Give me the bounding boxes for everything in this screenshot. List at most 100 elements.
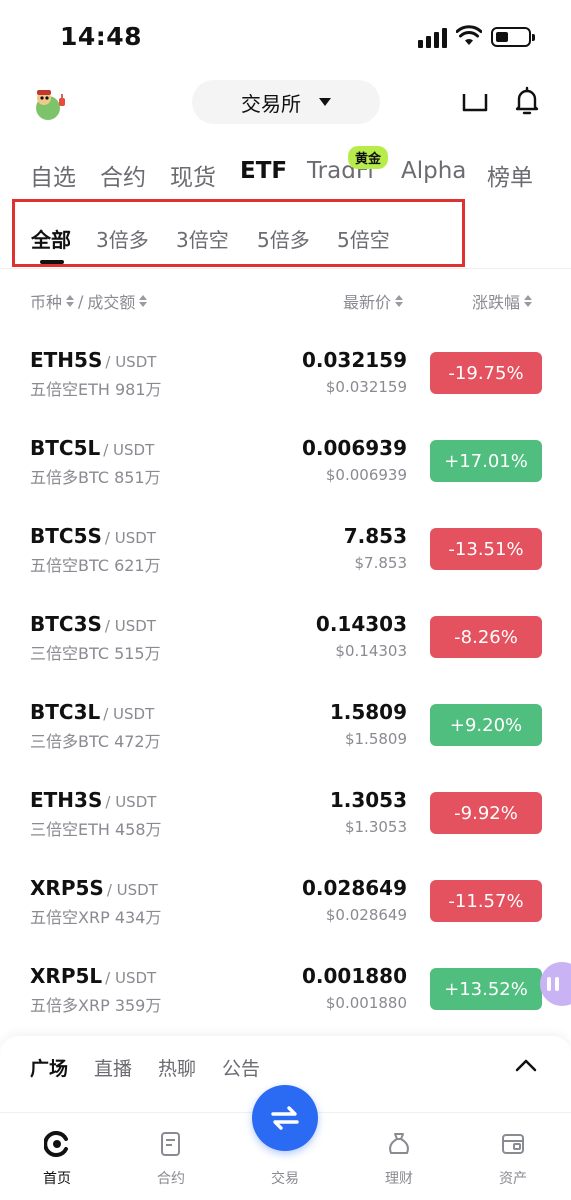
trade-swap-button[interactable] [252,1085,318,1151]
futures-icon [161,1132,180,1156]
market-row[interactable]: XRP5S / USDT 五倍空XRP 434万 0.028649 $0.0286… [0,858,571,946]
fiat-price: $7.853 [354,554,408,572]
fiat-price: $0.006939 [325,466,407,484]
sort-icon [524,295,533,307]
base-asset: XRP5S [30,876,104,900]
base-asset: BTC3L [30,700,101,724]
pair-symbol: ETH5S / USDT [30,348,156,372]
pair-symbol: XRP5L / USDT [30,964,156,988]
pair-description: 五倍多BTC 851万 [30,468,161,487]
column-volume-label: 成交额 [87,293,136,312]
column-header-pair-volume[interactable]: 币种 / 成交额 [30,289,148,313]
market-row[interactable]: BTC3L / USDT 三倍多BTC 472万 1.5809 $1.5809 +… [0,682,571,770]
sort-icon [66,295,75,307]
home-icon [44,1131,68,1157]
tab-etf[interactable]: ETF [240,158,287,184]
nav-earn[interactable]: 理财 [359,1113,439,1200]
tab-watchlist[interactable]: 自选 [30,158,76,192]
nav-futures-label: 合约 [157,1171,185,1187]
nav-home[interactable]: 首页 [17,1113,97,1200]
column-header-last-price[interactable]: 最新价 [343,289,404,313]
bubble-bar [547,977,551,991]
fiat-price: $0.001880 [325,994,407,1012]
pair-description: 五倍空XRP 434万 [30,908,162,927]
market-category-tabs: 自选 合约 现货 ETF TradFi 黄金 Alpha 榜单 [0,146,571,198]
tab-spot[interactable]: 现货 [170,158,216,192]
market-row[interactable]: ETH3S / USDT 三倍空ETH 458万 1.3053 $1.3053 -… [0,770,571,858]
base-asset: ETH3S [30,788,103,812]
quote-asset: / USDT [105,969,157,987]
battery-icon [491,27,535,47]
fiat-price: $0.032159 [325,378,407,396]
change-badge[interactable]: +9.20% [430,704,542,746]
subtab-all[interactable]: 全部 [31,224,71,253]
tab-rankings[interactable]: 榜单 [487,158,533,192]
app-header: 交易所 [0,76,571,136]
pair-description: 五倍空BTC 621万 [30,556,161,575]
scan-icon[interactable] [462,90,488,112]
tab-alpha[interactable]: Alpha [401,158,466,184]
pair-symbol: XRP5S / USDT [30,876,158,900]
column-header-change[interactable]: 涨跌幅 [472,289,533,313]
fiat-price: $1.5809 [344,730,407,748]
change-badge[interactable]: -19.75% [430,352,542,394]
exchange-switch-dropdown[interactable]: 交易所 [192,80,380,124]
tab-live[interactable]: 直播 [94,1054,132,1081]
change-badge[interactable]: +17.01% [430,440,542,482]
quote-asset: / USDT [106,881,158,899]
market-row[interactable]: ETH5S / USDT 五倍空ETH 981万 0.032159 $0.0321… [0,330,571,418]
subtab-5x-short[interactable]: 5倍空 [337,224,390,253]
sort-icon [139,295,148,307]
nav-assets-label: 资产 [499,1171,527,1187]
last-price: 0.028649 [301,876,407,900]
tab-hot-chat[interactable]: 热聊 [158,1054,196,1081]
subtab-5x-long[interactable]: 5倍多 [257,224,310,253]
quote-asset: / USDT [105,793,157,811]
nav-futures[interactable]: 合约 [131,1113,211,1200]
active-tab-indicator [40,260,64,264]
fiat-price: $1.3053 [344,818,407,836]
change-badge[interactable]: -8.26% [430,616,542,658]
column-price-label: 最新价 [343,293,392,312]
exchange-switch-label: 交易所 [241,91,301,116]
pair-symbol: ETH3S / USDT [30,788,156,812]
fiat-price: $0.14303 [335,642,407,660]
pair-description: 三倍空BTC 515万 [30,644,161,663]
last-price: 7.853 [343,524,407,548]
last-price: 0.006939 [301,436,407,460]
chevron-up-icon[interactable] [515,1058,537,1072]
bottom-navigation: 首页 合约 交易 理财 资产 [0,1085,571,1200]
mascot-avatar-icon[interactable] [28,84,70,126]
tab-square[interactable]: 广场 [30,1054,68,1081]
subtab-3x-short[interactable]: 3倍空 [176,224,229,253]
pair-description: 三倍空ETH 458万 [30,820,162,839]
quote-asset: / USDT [105,353,157,371]
wifi-icon [456,25,482,45]
market-row[interactable]: BTC5S / USDT 五倍空BTC 621万 7.853 $7.853 -13… [0,506,571,594]
change-badge[interactable]: +13.52% [430,968,542,1010]
assets-icon [502,1134,524,1154]
sort-icon [395,295,404,307]
subtab-3x-long[interactable]: 3倍多 [96,224,149,253]
base-asset: BTC5S [30,524,102,548]
pair-description: 五倍多XRP 359万 [30,996,162,1015]
column-separator: / [78,291,84,311]
column-pair-label: 币种 [30,293,63,312]
change-badge[interactable]: -9.92% [430,792,542,834]
etf-market-list: ETH5S / USDT 五倍空ETH 981万 0.032159 $0.0321… [0,330,571,1034]
change-badge[interactable]: -11.57% [430,880,542,922]
pair-symbol: BTC5S / USDT [30,524,156,548]
bell-icon[interactable] [513,86,541,116]
column-change-label: 涨跌幅 [472,293,521,312]
market-row[interactable]: XRP5L / USDT 五倍多XRP 359万 0.001880 $0.0018… [0,946,571,1034]
status-time: 14:48 [60,22,143,51]
tab-futures[interactable]: 合约 [100,158,146,192]
nav-earn-label: 理财 [385,1171,413,1187]
last-price: 1.3053 [329,788,407,812]
nav-assets[interactable]: 资产 [473,1113,553,1200]
market-row[interactable]: BTC3S / USDT 三倍空BTC 515万 0.14303 $0.14303… [0,594,571,682]
change-badge[interactable]: -13.51% [430,528,542,570]
market-row[interactable]: BTC5L / USDT 五倍多BTC 851万 0.006939 $0.0069… [0,418,571,506]
last-price: 1.5809 [329,700,407,724]
tab-announcements[interactable]: 公告 [222,1054,260,1081]
